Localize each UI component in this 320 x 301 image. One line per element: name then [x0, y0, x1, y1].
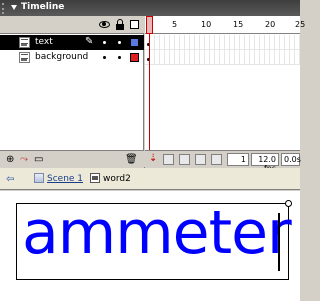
breadcrumb-scene[interactable]: Scene 1	[34, 173, 83, 184]
trash-icon[interactable]: 🗑	[125, 154, 138, 165]
onion-skin-outlines-icon[interactable]	[179, 154, 190, 165]
add-motion-guide-icon[interactable]: ⤳	[20, 154, 28, 165]
lock-dot[interactable]	[118, 41, 121, 44]
modify-onion-markers-icon[interactable]	[211, 154, 222, 165]
layer-row-text[interactable]: text ✎	[0, 35, 144, 50]
onion-skin-icon[interactable]	[163, 154, 174, 165]
text-caret	[278, 213, 280, 271]
frame-row-text[interactable]	[145, 35, 300, 50]
outline-icon[interactable]	[130, 20, 139, 29]
back-arrow-icon[interactable]: ⇦	[6, 174, 14, 185]
layers-column: text ✎ background ⊕ ⤳ ▭ 🗑	[0, 16, 144, 168]
center-frame-icon[interactable]: ⇣	[149, 153, 160, 164]
layer-name: background	[35, 52, 89, 62]
lock-dot[interactable]	[118, 56, 121, 59]
layers-footer: ⊕ ⤳ ▭ 🗑	[0, 150, 144, 168]
scene-icon	[34, 173, 44, 183]
frame-ruler[interactable]: 1 5 10 15 20 25	[145, 16, 305, 34]
stage-text[interactable]: ammeter	[22, 203, 292, 263]
pencil-icon: ✎	[85, 36, 94, 47]
layer-icon	[19, 52, 30, 63]
ruler-number: 20	[265, 20, 276, 29]
current-frame-field: 1	[227, 153, 249, 166]
visibility-dot[interactable]	[103, 41, 106, 44]
ruler-number: 25	[295, 20, 306, 29]
frames-area[interactable]: 1 5 10 15 20 25 ⇣ 1 12.	[145, 16, 305, 173]
collapse-arrow-icon[interactable]	[11, 5, 17, 10]
visibility-dot[interactable]	[103, 56, 106, 59]
layer-icon	[19, 37, 30, 48]
layer-row-background[interactable]: background	[0, 50, 144, 65]
layer-outline-color[interactable]	[130, 38, 139, 47]
panel-title: Timeline	[21, 2, 65, 12]
ruler-number: 10	[201, 20, 212, 29]
insert-folder-icon[interactable]: ▭	[34, 154, 43, 165]
timeline-panel: text ✎ background ⊕ ⤳ ▭ 🗑 5 10 15 20 25 …	[0, 16, 305, 173]
frame-rate-field: 12.0 fps	[251, 153, 279, 173]
ruler-number: 15	[233, 20, 244, 29]
lock-icon[interactable]	[116, 19, 124, 30]
frame-row-background[interactable]	[145, 50, 300, 65]
layer-outline-color[interactable]	[130, 53, 139, 62]
breadcrumb-symbol[interactable]: word2	[90, 173, 131, 184]
frames-footer: ⇣ 1 12.0 fps 0.0s	[145, 150, 301, 173]
eye-icon[interactable]	[99, 21, 110, 28]
symbol-icon	[90, 173, 100, 183]
ruler-number: 5	[172, 20, 178, 29]
stage[interactable]: ammeter	[0, 191, 300, 301]
symbol-label: word2	[103, 174, 131, 184]
layers-header	[0, 16, 144, 34]
insert-layer-icon[interactable]: ⊕	[6, 154, 14, 165]
panel-grip[interactable]	[2, 3, 6, 14]
elapsed-time-field: 0.0s	[281, 153, 301, 166]
layer-name: text	[35, 37, 53, 47]
edit-bar: ⇦ Scene 1 word2	[0, 168, 300, 190]
playhead-line	[149, 34, 150, 150]
edit-multiple-frames-icon[interactable]	[195, 154, 206, 165]
scene-label: Scene 1	[47, 174, 84, 184]
timeline-titlebar[interactable]: Timeline	[0, 0, 300, 16]
playhead-handle[interactable]	[146, 16, 153, 34]
